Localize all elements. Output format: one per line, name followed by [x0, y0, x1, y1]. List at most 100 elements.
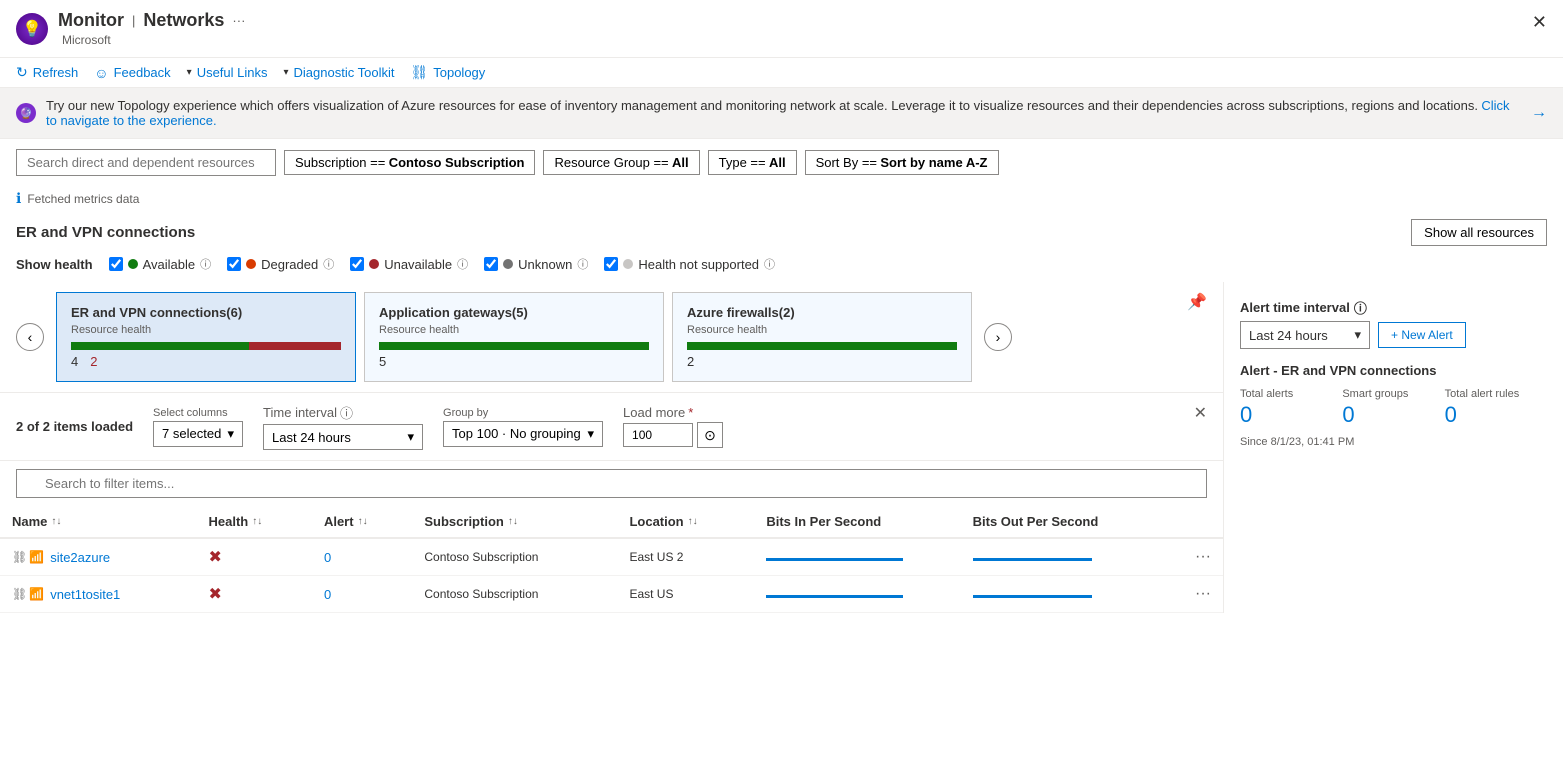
topology-button[interactable]: ⛓ Topology — [410, 64, 485, 81]
health-degraded-label: Degraded — [261, 257, 318, 272]
alert-interval-label: Alert time interval ⓘ — [1240, 298, 1547, 317]
sort-alert-icon[interactable]: ↑↓ — [358, 516, 368, 527]
next-card-button[interactable]: › — [984, 323, 1012, 351]
card-count-green: 5 — [379, 354, 386, 369]
col-subscription: Subscription↑↓ — [412, 506, 617, 538]
available-info-icon[interactable]: ⓘ — [200, 256, 211, 272]
card-count-red: 2 — [90, 354, 97, 369]
row-name-link[interactable]: vnet1tosite1 — [50, 587, 120, 602]
total-alert-rules-value[interactable]: 0 — [1445, 402, 1547, 428]
health-available-checkbox[interactable] — [109, 257, 123, 271]
col-alert: Alert↑↓ — [312, 506, 412, 538]
load-more-input-group: ⊙ — [623, 422, 723, 448]
alert-value[interactable]: 0 — [324, 550, 331, 565]
group-by-dropdown[interactable]: Top 100 · No grouping ▾ — [443, 421, 603, 447]
table-row: ⛓ 📶 site2azure ✖ 0 Contoso Subscription … — [0, 538, 1223, 576]
resource-group-filter[interactable]: Resource Group == All — [543, 150, 699, 175]
banner-text: Try our new Topology experience which of… — [46, 98, 1521, 128]
banner-arrow[interactable]: → — [1531, 104, 1547, 122]
type-filter[interactable]: Type == All — [708, 150, 797, 175]
interval-row: Last 24 hours ▾ + New Alert — [1240, 321, 1547, 349]
show-all-resources-button[interactable]: Show all resources — [1411, 219, 1547, 246]
sort-health-icon[interactable]: ↑↓ — [252, 516, 262, 527]
health-not-supported-checkbox[interactable] — [604, 257, 618, 271]
smart-groups-value[interactable]: 0 — [1342, 402, 1444, 428]
health-label: Show health — [16, 257, 93, 272]
alert-value[interactable]: 0 — [324, 587, 331, 602]
not-supported-info-icon[interactable]: ⓘ — [764, 256, 775, 272]
row-name-link[interactable]: site2azure — [50, 550, 110, 565]
unavailable-info-icon[interactable]: ⓘ — [457, 256, 468, 272]
unknown-info-icon[interactable]: ⓘ — [577, 256, 588, 272]
diagnostic-toolkit-label: Diagnostic Toolkit — [294, 65, 395, 80]
header-more-btn[interactable]: ··· — [232, 13, 245, 28]
row-icons: ⛓ 📶 — [12, 587, 44, 601]
degraded-info-icon[interactable]: ⓘ — [323, 256, 334, 272]
time-interval-dropdown[interactable]: Last 24 hours ▾ — [263, 424, 423, 450]
health-available-label: Available — [143, 257, 196, 272]
subscription-filter[interactable]: Subscription == Contoso Subscription — [284, 150, 535, 175]
table-search-wrap: 🔍 — [16, 469, 1207, 498]
sort-name-icon[interactable]: ↑↓ — [51, 516, 61, 527]
useful-links-button[interactable]: ▾ Useful Links — [187, 65, 268, 80]
select-columns-value: 7 selected — [162, 426, 221, 441]
cell-alert: 0 — [312, 576, 412, 613]
resource-card-er_vpn[interactable]: ER and VPN connections(6) Resource healt… — [56, 292, 356, 382]
close-button[interactable]: ✕ — [1532, 12, 1547, 33]
new-alert-button[interactable]: + New Alert — [1378, 322, 1466, 348]
table-row: ⛓ 📶 vnet1tosite1 ✖ 0 Contoso Subscriptio… — [0, 576, 1223, 613]
chevron-down-icon-2: ▾ — [284, 67, 289, 78]
time-interval-value: Last 24 hours — [272, 430, 351, 445]
feedback-button[interactable]: ☺ Feedback — [94, 65, 170, 81]
health-unavailable-checkbox[interactable] — [350, 257, 364, 271]
pin-icon[interactable]: 📌 — [1187, 292, 1207, 312]
card-subtitle: Resource health — [687, 324, 957, 336]
resource-card-azure_firewalls[interactable]: Azure firewalls(2) Resource health 2 — [672, 292, 972, 382]
load-more-input[interactable] — [623, 423, 693, 447]
total-alerts-stat: Total alerts 0 — [1240, 388, 1342, 428]
sort-subscription-icon[interactable]: ↑↓ — [508, 516, 518, 527]
cell-health: ✖ — [196, 538, 311, 576]
interval-select-dropdown[interactable]: Last 24 hours ▾ — [1240, 321, 1370, 349]
health-unknown-checkbox[interactable] — [484, 257, 498, 271]
prev-card-button[interactable]: ‹ — [16, 323, 44, 351]
select-columns-dropdown[interactable]: 7 selected ▾ — [153, 421, 243, 447]
alert-interval-info-icon[interactable]: ⓘ — [1354, 298, 1367, 317]
health-degraded-checkbox[interactable] — [227, 257, 241, 271]
diagnostic-toolkit-button[interactable]: ▾ Diagnostic Toolkit — [284, 65, 395, 80]
load-go-button[interactable]: ⊙ — [697, 422, 723, 448]
row-more-button[interactable]: ··· — [1195, 585, 1211, 603]
card-bar-green — [71, 342, 249, 350]
time-interval-info-icon[interactable]: ⓘ — [340, 403, 353, 422]
refresh-label: Refresh — [33, 65, 79, 80]
unavailable-dot — [369, 259, 379, 269]
left-content: 📌 ‹ ER and VPN connections(6) Resource h… — [0, 282, 1223, 613]
interval-chevron: ▾ — [1354, 327, 1361, 343]
col-health: Health↑↓ — [196, 506, 311, 538]
health-unavailable: Unavailable ⓘ — [350, 256, 468, 272]
bottom-bar-close-button[interactable]: ✕ — [1194, 403, 1207, 423]
resource-card-app_gateways[interactable]: Application gateways(5) Resource health … — [364, 292, 664, 382]
health-unknown-label: Unknown — [518, 257, 572, 272]
header-separator: | — [132, 13, 135, 28]
card-health-bar — [379, 342, 649, 350]
health-available: Available ⓘ — [109, 256, 212, 272]
load-more-label: Load more * — [623, 405, 723, 420]
bits-out-bar — [973, 558, 1092, 561]
refresh-button[interactable]: ↻ Refresh — [16, 64, 78, 81]
row-more-button[interactable]: ··· — [1195, 548, 1211, 566]
sort-by-filter[interactable]: Sort By == Sort by name A-Z — [805, 150, 999, 175]
health-error-icon: ✖ — [208, 549, 221, 566]
total-alerts-value[interactable]: 0 — [1240, 402, 1342, 428]
select-columns-group: Select columns 7 selected ▾ — [153, 407, 243, 447]
table-body: ⛓ 📶 site2azure ✖ 0 Contoso Subscription … — [0, 538, 1223, 613]
search-input[interactable] — [16, 149, 276, 176]
health-degraded: Degraded ⓘ — [227, 256, 334, 272]
cards-wrapper: ER and VPN connections(6) Resource healt… — [56, 292, 972, 382]
info-banner: 🔮 Try our new Topology experience which … — [0, 88, 1563, 139]
col-actions — [1183, 506, 1223, 538]
table-header-row: Name↑↓ Health↑↓ Alert↑↓ Subscription↑↓ L… — [0, 506, 1223, 538]
table-search-input[interactable] — [16, 469, 1207, 498]
cell-subscription: Contoso Subscription — [412, 576, 617, 613]
sort-location-icon[interactable]: ↑↓ — [688, 516, 698, 527]
